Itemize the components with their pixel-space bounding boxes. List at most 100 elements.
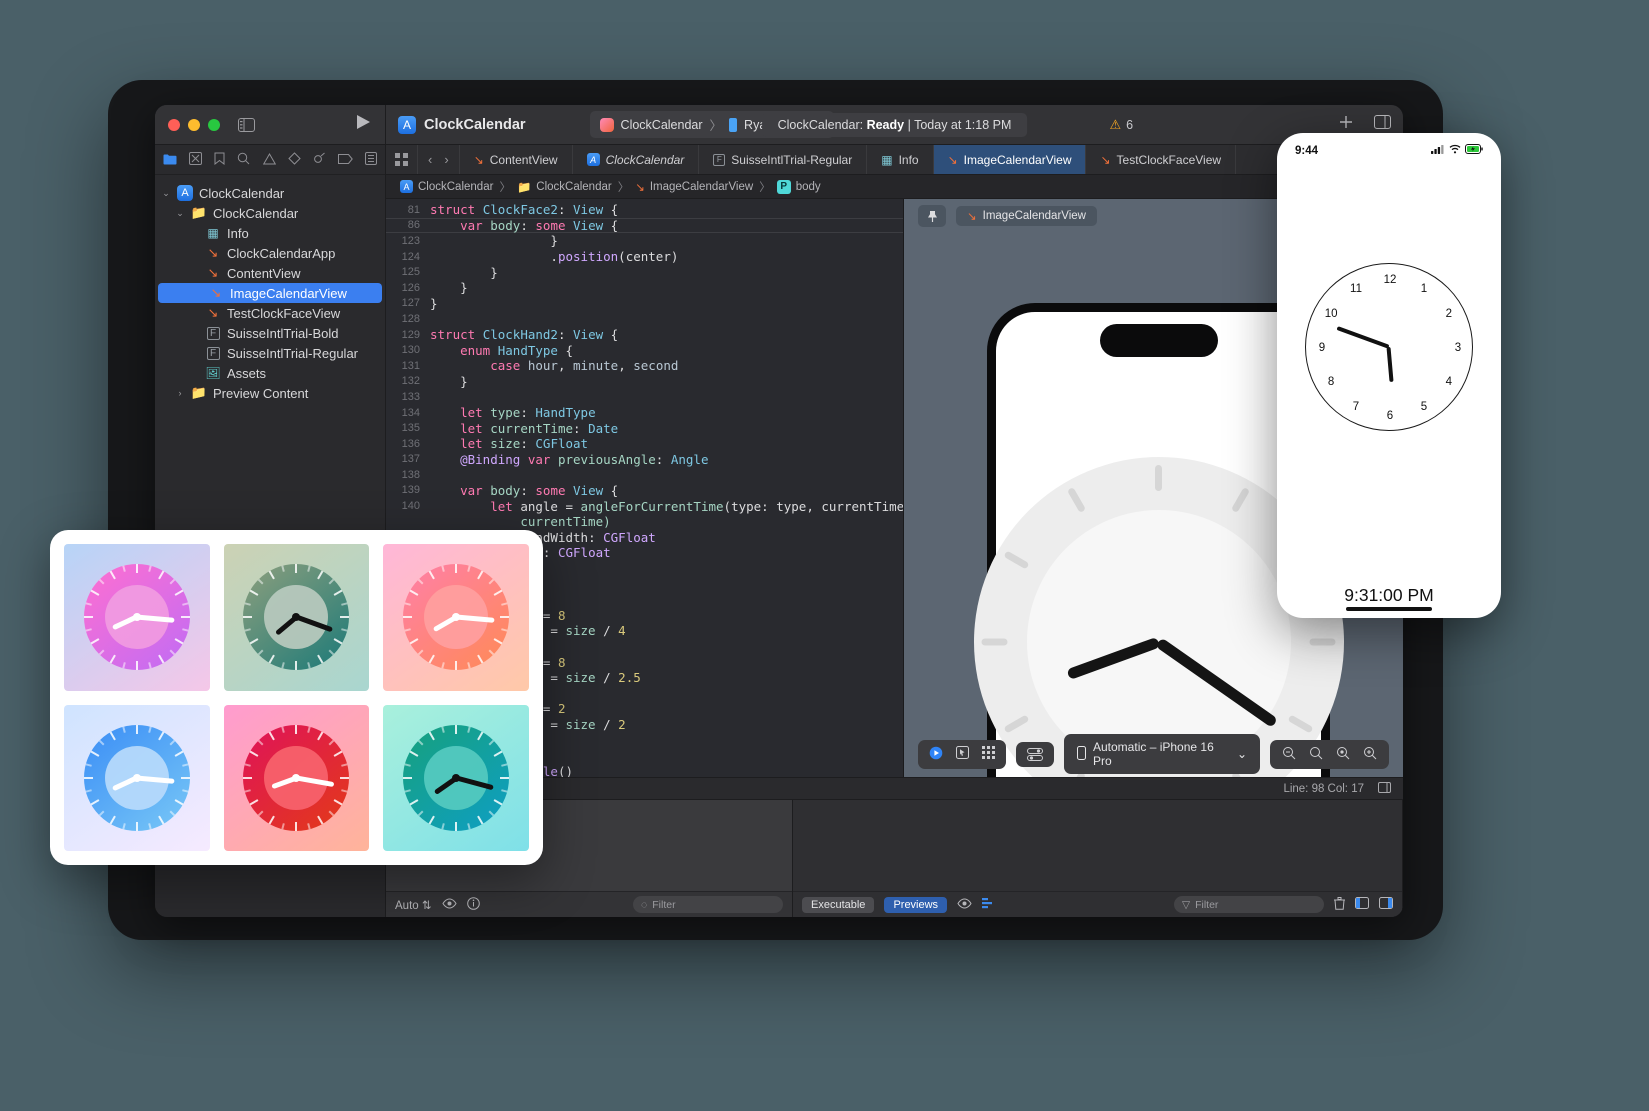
preview-zoom-controls[interactable]	[1270, 739, 1389, 769]
sidebar-item-imagecalendarview[interactable]: ↘ ImageCalendarView	[158, 283, 382, 303]
sidebar-item-clockcalendar[interactable]: ⌄ 📁 ClockCalendar	[155, 203, 385, 223]
emerald-aqua-face[interactable]	[383, 704, 529, 851]
search-navigator-icon[interactable]	[237, 152, 250, 167]
blue-ice-face[interactable]	[64, 704, 210, 851]
code-line[interactable]: 135 let currentTime: Date	[386, 420, 903, 436]
console-filter-input[interactable]: ▽ Filter	[1174, 896, 1324, 913]
back-icon[interactable]: ‹	[428, 152, 432, 167]
window-controls[interactable]	[168, 118, 220, 131]
zoom-in-icon[interactable]	[1363, 746, 1377, 763]
auto-scope-selector[interactable]: Auto ⇅	[395, 898, 432, 912]
issue-navigator-icon[interactable]	[262, 152, 276, 167]
code-line[interactable]: 125 }	[386, 264, 903, 280]
sidebar-item-info[interactable]: ▦ Info	[155, 223, 385, 243]
console-eye-icon[interactable]	[957, 897, 972, 912]
forward-icon[interactable]: ›	[444, 152, 448, 167]
zoom-out-icon[interactable]	[1282, 746, 1296, 763]
play-icon[interactable]	[929, 746, 943, 763]
bookmark-navigator-icon[interactable]	[214, 152, 225, 167]
code-line[interactable]: 132 }	[386, 374, 903, 390]
preview-playback-controls[interactable]	[918, 739, 1006, 769]
maximize-window-button[interactable]	[208, 118, 220, 131]
debug-navigator-icon[interactable]	[313, 152, 326, 167]
breadcrumb-item[interactable]: Pbody	[776, 179, 821, 194]
breadcrumb-item[interactable]: ↘ ImageCalendarView	[635, 180, 753, 194]
code-line[interactable]: 123 }	[386, 233, 903, 249]
close-window-button[interactable]	[168, 118, 180, 131]
magenta-violet-face[interactable]	[64, 544, 210, 691]
code-line[interactable]: 138	[386, 467, 903, 483]
previews-filter-button[interactable]: Previews	[884, 896, 948, 913]
tab-contentview[interactable]: ↘ ContentView	[460, 145, 573, 174]
editor-history-nav[interactable]: ‹ ›	[417, 145, 460, 174]
test-navigator-icon[interactable]	[287, 152, 301, 167]
tab-overview-icon[interactable]	[386, 145, 417, 174]
code-line[interactable]: 139 var body: some View {	[386, 483, 903, 499]
breakpoint-navigator-icon[interactable]	[337, 153, 353, 166]
sidebar-item-contentview[interactable]: ↘ ContentView	[155, 263, 385, 283]
variants-icon[interactable]	[982, 746, 995, 762]
minimap-toggle-icon[interactable]	[1378, 781, 1391, 796]
disclosure-chevron-icon[interactable]: ⌄	[175, 208, 185, 219]
console-split-icon[interactable]	[982, 897, 996, 912]
run-button[interactable]	[356, 114, 371, 135]
editor-tab-bar[interactable]: ‹ › ↘ ContentView A ClockCalendar F SuisseInt…	[386, 145, 1403, 175]
report-navigator-icon[interactable]	[365, 152, 377, 167]
breadcrumb-item[interactable]: 📁 ClockCalendar	[517, 180, 612, 194]
code-line[interactable]: 124 .position(center)	[386, 249, 903, 265]
tab-testclockfaceview[interactable]: ↘ TestClockFaceView	[1086, 145, 1237, 174]
tab-imagecalendarview[interactable]: ↘ ImageCalendarView	[933, 145, 1087, 174]
inspect-icon[interactable]	[956, 746, 969, 762]
crimson-rose-face[interactable]	[223, 704, 370, 851]
variables-filter-input[interactable]: ◌ Filter	[633, 896, 783, 913]
toggle-navigator-icon[interactable]	[238, 117, 255, 132]
pink-coral-face[interactable]	[383, 544, 529, 691]
code-line[interactable]: 129 struct ClockHand2: View {	[386, 327, 903, 343]
code-line[interactable]: 140 let angle = angleForCurrentTime(type…	[386, 498, 903, 514]
tab-clockcalendar[interactable]: A ClockCalendar	[573, 145, 700, 174]
code-line[interactable]: 130 enum HandType {	[386, 342, 903, 358]
sidebar-item-clockcalendar[interactable]: ⌄ A ClockCalendar	[155, 183, 385, 203]
code-line[interactable]: 131 case hour, minute, second	[386, 358, 903, 374]
tab-info[interactable]: ▦ Info	[867, 145, 934, 174]
info-icon[interactable]	[466, 896, 480, 913]
zoom-100-icon[interactable]	[1336, 746, 1350, 763]
code-line[interactable]: 136 let size: CGFloat	[386, 436, 903, 452]
add-editor-icon[interactable]	[1338, 114, 1354, 135]
toggle-inspector-icon[interactable]	[1374, 115, 1391, 134]
code-line[interactable]: 127}	[386, 296, 903, 312]
clear-console-icon[interactable]	[1334, 896, 1345, 913]
build-status-chip[interactable]: ClockCalendar: Ready | Today at 1:18 PM	[761, 112, 1028, 137]
disclosure-chevron-icon[interactable]: ⌄	[161, 188, 171, 199]
pin-preview-icon[interactable]	[918, 205, 946, 227]
code-line[interactable]: 133	[386, 389, 903, 405]
sidebar-item-testclockfaceview[interactable]: ↘ TestClockFaceView	[155, 303, 385, 323]
sidebar-item-clockcalendarapp[interactable]: ↘ ClockCalendarApp	[155, 243, 385, 263]
code-line[interactable]: 126 }	[386, 280, 903, 296]
source-control-icon[interactable]	[189, 152, 203, 167]
editor-breadcrumb[interactable]: A ClockCalendar 〉 📁 ClockCalendar 〉 ↘ ImageCale…	[386, 175, 1403, 199]
code-line[interactable]: 134 let type: HandType	[386, 405, 903, 421]
code-line[interactable]: 86 var body: some View {	[386, 217, 903, 234]
show-variables-icon[interactable]	[441, 897, 457, 912]
warning-indicator[interactable]: ⚠ 6	[1110, 117, 1134, 133]
zoom-fit-icon[interactable]	[1309, 746, 1323, 763]
code-line[interactable]: 128	[386, 311, 903, 327]
code-line[interactable]: 81 struct ClockFace2: View {	[386, 202, 903, 218]
sidebar-item-preview-content[interactable]: › 📁 Preview Content	[155, 383, 385, 403]
toggle-debug-area-icon[interactable]	[1355, 897, 1369, 912]
device-settings-button[interactable]	[1016, 741, 1054, 767]
disclosure-chevron-icon[interactable]: ›	[175, 388, 185, 398]
olive-teal-face[interactable]	[223, 544, 370, 691]
sidebar-item-suisseintltrial-bold[interactable]: F SuisseIntlTrial-Bold	[155, 323, 385, 343]
project-navigator-icon[interactable]	[163, 153, 177, 167]
toggle-console-icon[interactable]	[1379, 897, 1393, 912]
executable-filter-button[interactable]: Executable	[802, 896, 875, 913]
preview-target-chip[interactable]: ↘ ImageCalendarView	[956, 206, 1097, 226]
tab-suisseintltrial-regular[interactable]: F SuisseIntlTrial-Regular	[699, 145, 868, 174]
preview-device-selector[interactable]: Automatic – iPhone 16 Pro ⌄	[1064, 734, 1260, 774]
minimize-window-button[interactable]	[188, 118, 200, 131]
code-line[interactable]: 137 @Binding var previousAngle: Angle	[386, 452, 903, 468]
code-line[interactable]: currentTime)	[386, 514, 903, 530]
breadcrumb-item[interactable]: A ClockCalendar	[400, 180, 493, 193]
